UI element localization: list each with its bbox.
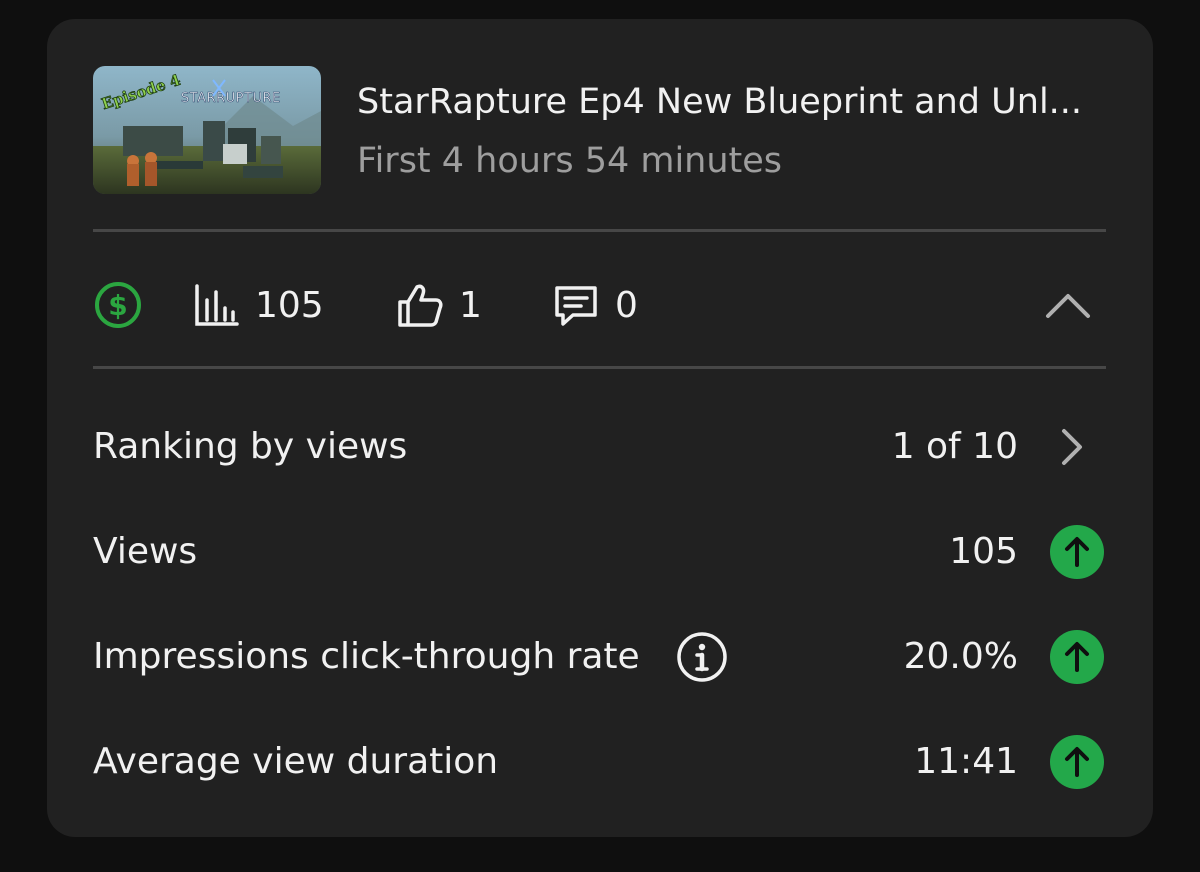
trend-up-icon [1050,735,1104,789]
chevron-up-icon [1046,294,1090,318]
info-icon[interactable] [675,630,729,684]
video-thumbnail[interactable]: Episode 4 STARRUPTURE [93,66,321,194]
dollar-circle-icon: $ [95,282,141,328]
comments-count: 0 [615,284,638,326]
views-count: 105 [255,284,324,326]
likes-stat: 1 [395,267,482,343]
thumbs-up-icon [398,284,443,327]
divider [93,366,1106,369]
monetization-status[interactable]: $ [93,267,143,343]
metric-value: 1 of 10 [891,426,1018,467]
trend-up-icon [1050,525,1104,579]
metric-ctr-row: Impressions click-through rate 20.0% [93,627,1106,687]
views-stat: 105 [191,267,324,343]
comments-stat: 0 [551,267,638,343]
metric-label: Ranking by views [93,426,408,467]
video-time-range: First 4 hours 54 minutes [357,141,783,181]
metric-avg-duration-row: Average view duration 11:41 [93,732,1106,792]
video-analytics-card: Episode 4 STARRUPTURE StarRapture Ep4 Ne… [47,19,1153,837]
metric-label: Impressions click-through rate [93,636,640,677]
bar-chart-icon [195,284,239,326]
likes-count: 1 [459,284,482,326]
chevron-right-icon[interactable] [1052,427,1092,467]
svg-text:STARRUPTURE: STARRUPTURE [181,91,281,106]
metric-ranking-row[interactable]: Ranking by views 1 of 10 [93,417,1106,477]
comment-icon [555,286,597,326]
svg-text:$: $ [108,289,127,322]
collapse-button[interactable] [1030,267,1106,343]
trend-up-icon [1050,630,1104,684]
stats-row: $ 105 1 0 [93,267,1106,343]
video-title[interactable]: StarRapture Ep4 New Blueprint and Unl... [357,80,1107,124]
metric-value: 11:41 [914,741,1018,782]
divider [93,229,1106,232]
metric-value: 20.0% [903,636,1018,677]
video-header[interactable]: Episode 4 STARRUPTURE StarRapture Ep4 Ne… [93,66,1106,194]
metric-label: Average view duration [93,741,499,782]
metric-label: Views [93,531,198,572]
metric-value: 105 [949,531,1018,572]
metric-views-row: Views 105 [93,522,1106,582]
